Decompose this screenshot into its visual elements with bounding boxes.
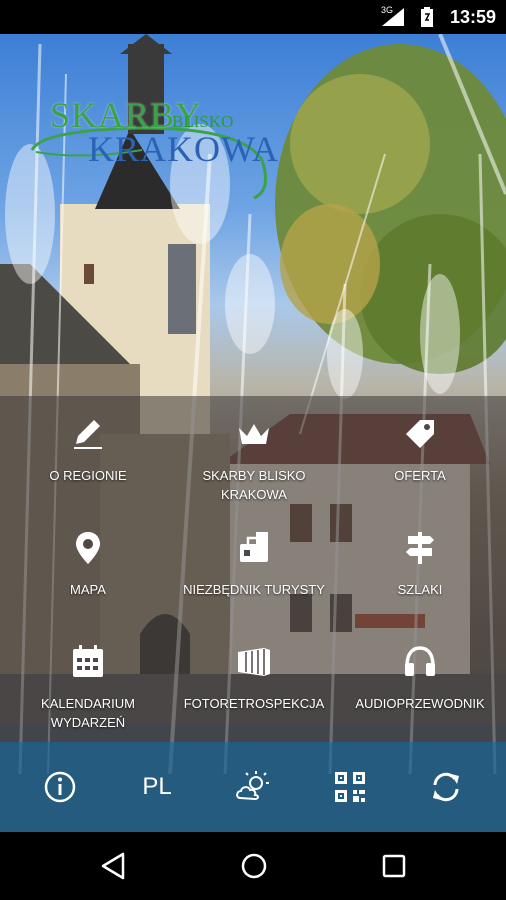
tag-icon [406,420,434,448]
status-bar: 3G 13:59 [0,0,506,34]
menu-item-mapa[interactable]: MAPA [4,510,172,622]
menu-item-label: O REGIONIE [49,468,127,483]
refresh-icon [433,772,459,802]
pen-icon [74,420,102,449]
menu-item-niezbednik-turysty[interactable]: NIEZBĘDNIK TURYSTY [170,510,338,622]
app-screen: 3G 13:59 SKARBY BLISKO KRAKOWA O REGIONI… [0,0,506,900]
menu-item-skarby-blisko-krakowa[interactable]: SKARBY BLISKO KRAKOWA [170,396,338,508]
menu-item-label: NIEZBĘDNIK TURYSTY [183,582,325,597]
menu-item-szlaki[interactable]: SZLAKI [336,510,504,622]
menu-item-label: SKARBY BLISKO KRAKOWA [202,468,306,502]
refresh-button[interactable] [427,768,465,806]
menu-item-fotoretrospekcja[interactable]: FOTORETROSPEKCJA [170,624,338,736]
info-button[interactable] [41,768,79,806]
weather-icon [236,771,269,801]
app-logo: SKARBY BLISKO KRAKOWA [22,90,278,200]
qr-scan-button[interactable] [331,768,369,806]
battery-icon [421,7,433,27]
logo-line-krakowa: KRAKOWA [88,129,279,169]
menu-item-label: MAPA [70,582,106,597]
crown-icon [239,424,269,444]
luggage-icon [240,532,268,562]
photo-film-icon [238,648,270,676]
menu-item-audioprzewodnik[interactable]: AUDIOPRZEWODNIK [336,624,504,736]
info-icon [44,771,76,803]
home-icon[interactable] [237,849,271,883]
system-nav-bar [0,832,506,900]
map-pin-icon [76,532,100,564]
clock: 13:59 [449,7,496,27]
menu-item-label: AUDIOPRZEWODNIK [355,696,485,711]
menu-item-label: KALENDARIUM WYDARZEŃ [41,696,135,730]
main-menu: O REGIONIE SKARBY BLISKO KRAKOWA OFERTA … [0,396,506,742]
signal-icon [382,8,404,26]
menu-item-kalendarium-wydarzen[interactable]: KALENDARIUM WYDARZEŃ [4,624,172,736]
weather-button[interactable] [234,768,272,806]
menu-item-label: FOTORETROSPEKCJA [183,696,325,711]
menu-item-label: SZLAKI [397,582,443,597]
bottom-toolbar: PL [0,742,506,832]
menu-item-o-regionie[interactable]: O REGIONIE [4,396,172,508]
qr-code-icon [335,772,365,802]
recents-icon[interactable] [377,849,411,883]
menu-item-oferta[interactable]: OFERTA [336,396,504,508]
headphones-icon [405,646,435,676]
calendar-icon [73,645,103,677]
back-icon[interactable] [97,849,131,883]
language-button[interactable]: PL [138,768,176,806]
signpost-icon [406,532,434,564]
menu-item-label: OFERTA [394,468,446,483]
